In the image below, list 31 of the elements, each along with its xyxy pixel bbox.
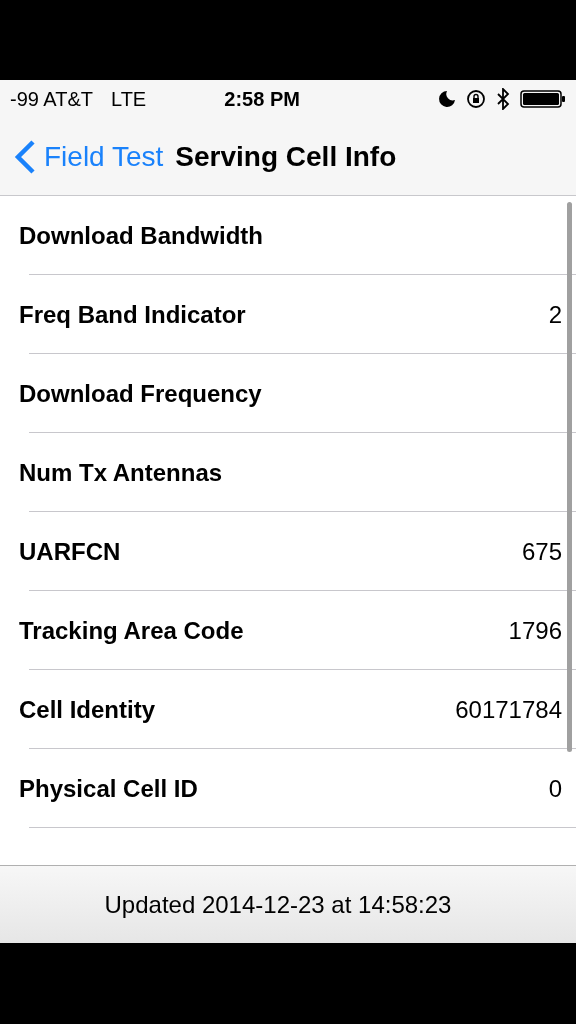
update-timestamp: Updated 2014-12-23 at 14:58:23 bbox=[104, 889, 453, 920]
back-chevron-icon bbox=[14, 138, 36, 175]
row-label: Physical Cell ID bbox=[19, 773, 198, 804]
screen-title: Serving Cell Info bbox=[175, 139, 397, 174]
rotation-lock-icon bbox=[466, 89, 486, 109]
table-row[interactable]: Physical Cell ID 0 bbox=[0, 749, 576, 828]
row-value: 60171784 bbox=[455, 694, 562, 725]
battery-icon bbox=[520, 89, 566, 109]
row-label: Num Tx Antennas bbox=[19, 457, 223, 488]
table-row[interactable]: Freq Band Indicator 2 bbox=[0, 275, 576, 354]
carrier-label: -99 AT&T bbox=[10, 87, 93, 112]
row-value: 0 bbox=[548, 773, 562, 804]
network-label: LTE bbox=[111, 87, 147, 112]
row-value: 1796 bbox=[508, 615, 562, 646]
table-row[interactable]: UARFCN 675 bbox=[0, 512, 576, 591]
table-row[interactable]: Download Frequency bbox=[0, 354, 576, 433]
table-row[interactable]: Download Bandwidth bbox=[0, 196, 576, 275]
bluetooth-icon bbox=[496, 88, 510, 110]
row-label: Download Bandwidth bbox=[19, 220, 263, 251]
row-label: Tracking Area Code bbox=[19, 615, 244, 646]
clock-time: 2:58 PM bbox=[224, 87, 300, 112]
row-value: 675 bbox=[521, 536, 562, 567]
moon-icon bbox=[438, 90, 456, 108]
row-label: UARFCN bbox=[19, 536, 121, 567]
table-row[interactable]: Cell Identity 60171784 bbox=[0, 670, 576, 749]
row-label: Cell Identity bbox=[19, 694, 156, 725]
row-value: 2 bbox=[548, 299, 562, 330]
table-row[interactable]: Tracking Area Code 1796 bbox=[0, 591, 576, 670]
table-row[interactable]: Num Tx Antennas bbox=[0, 433, 576, 512]
row-label: Freq Band Indicator bbox=[19, 299, 246, 330]
row-label: Download Frequency bbox=[19, 378, 262, 409]
